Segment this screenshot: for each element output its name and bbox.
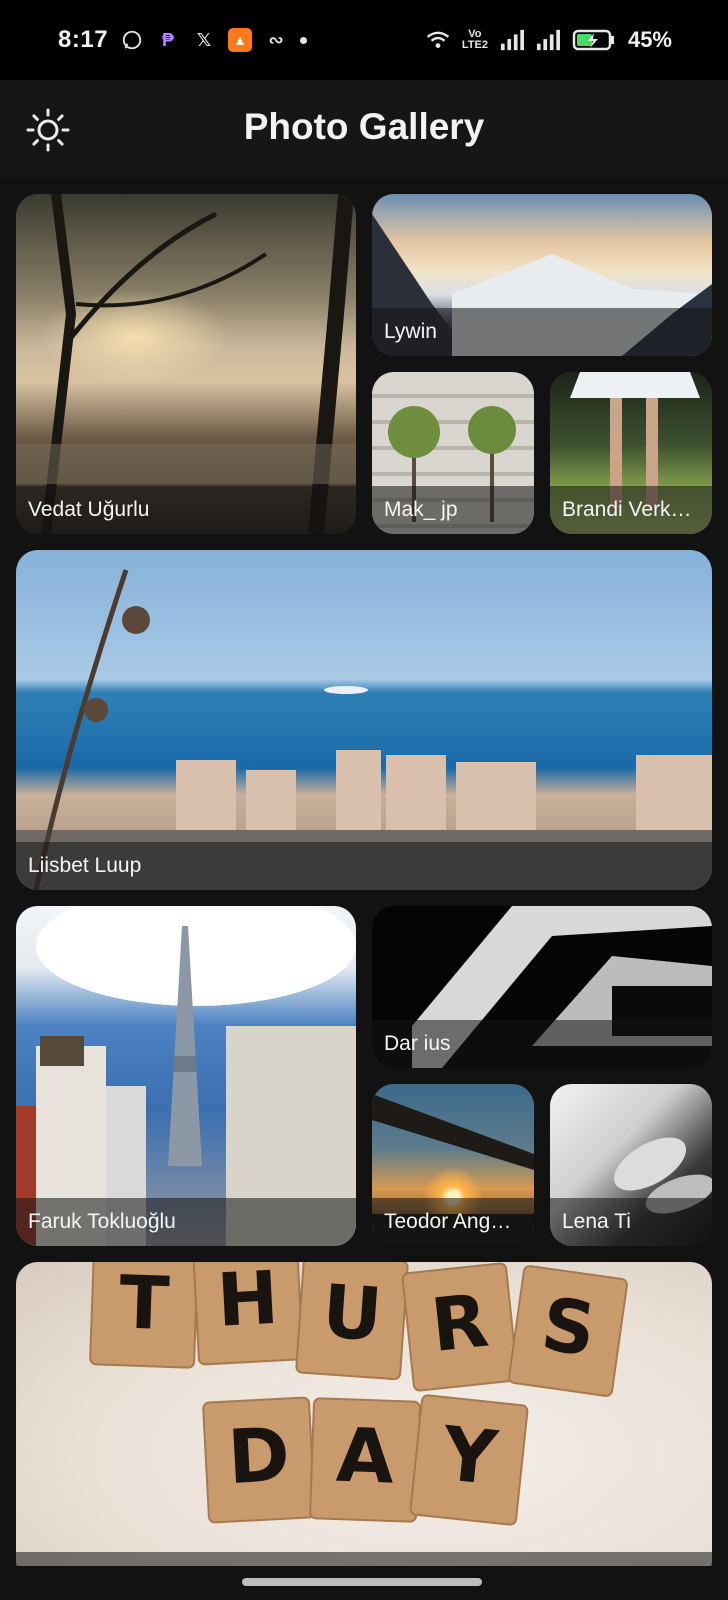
- svg-text:Y: Y: [437, 1410, 502, 1502]
- svg-text:T: T: [118, 1262, 171, 1347]
- svg-text:A: A: [335, 1412, 396, 1501]
- photo-caption: Faruk Tokluoğlu: [16, 1198, 356, 1246]
- wifi-icon: [426, 28, 450, 52]
- notification-app-icon: ▲: [228, 28, 253, 52]
- app-bar: Photo Gallery: [0, 80, 728, 178]
- gallery-tile[interactable]: THURS DAY: [16, 1262, 712, 1582]
- letter-blocks: T H U R S D A Y: [16, 1262, 712, 1582]
- letter-block: T: [89, 1262, 199, 1369]
- gallery-tile[interactable]: Vedat Uğurlu: [16, 194, 356, 534]
- gallery-tile[interactable]: Teodor Ang…: [372, 1084, 534, 1246]
- signal-icon: [536, 28, 560, 52]
- photo-caption: Vedat Uğurlu: [16, 486, 356, 534]
- letter-block: U: [295, 1262, 409, 1381]
- photo-caption: Lywin: [372, 308, 712, 356]
- dot-icon: [300, 36, 308, 44]
- letter-block: R: [401, 1262, 519, 1392]
- link-icon: ∾: [268, 29, 284, 50]
- svg-text:H: H: [215, 1262, 281, 1344]
- tower-buildings: [16, 906, 356, 1246]
- photo-caption: Brandi Verk…: [550, 486, 712, 534]
- gallery-tile[interactable]: Lena Ti: [550, 1084, 712, 1246]
- svg-text:D: D: [226, 1411, 292, 1501]
- x-icon: 𝕏: [196, 29, 212, 50]
- letter-block: S: [508, 1265, 628, 1397]
- page-title: Photo Gallery: [243, 106, 485, 147]
- gallery-tile[interactable]: Lywin: [372, 194, 712, 356]
- svg-text:R: R: [427, 1279, 492, 1369]
- city-skyline: [16, 569, 712, 890]
- photo-caption: Teodor Ang…: [372, 1198, 534, 1246]
- phonepe-icon: ₱: [162, 29, 175, 50]
- photo-caption: Dar ius: [372, 1020, 712, 1068]
- gallery-tile[interactable]: Faruk Tokluoğlu: [16, 906, 356, 1246]
- gallery-tile[interactable]: Brandi Verk…: [550, 372, 712, 534]
- gesture-nav-handle[interactable]: [242, 1578, 482, 1586]
- gallery-tile[interactable]: Dar ius: [372, 906, 712, 1068]
- gallery-tile[interactable]: Mak_ jp: [372, 372, 534, 534]
- battery-charging-icon: [572, 28, 616, 52]
- status-bar: 8:17 ₱ 𝕏 ▲ ∾ Vo LTE2 45%: [0, 0, 728, 80]
- signal-icon: [500, 28, 524, 52]
- letter-block: A: [309, 1397, 421, 1523]
- gallery-tile[interactable]: Liisbet Luup: [16, 550, 712, 890]
- photo-caption: Lena Ti: [550, 1198, 712, 1246]
- lte-indicator: Vo LTE2: [461, 28, 488, 51]
- svg-text:U: U: [320, 1269, 385, 1358]
- whatsapp-icon: [120, 28, 144, 52]
- photo-caption: Mak_ jp: [372, 486, 534, 534]
- letter-block: D: [202, 1396, 316, 1524]
- letter-block: H: [192, 1262, 304, 1366]
- battery-percentage: 45%: [627, 27, 672, 52]
- letter-block: Y: [409, 1394, 529, 1526]
- photo-caption: Liisbet Luup: [16, 842, 712, 890]
- status-time: 8:17: [58, 26, 109, 53]
- tree-silhouette: [16, 194, 356, 534]
